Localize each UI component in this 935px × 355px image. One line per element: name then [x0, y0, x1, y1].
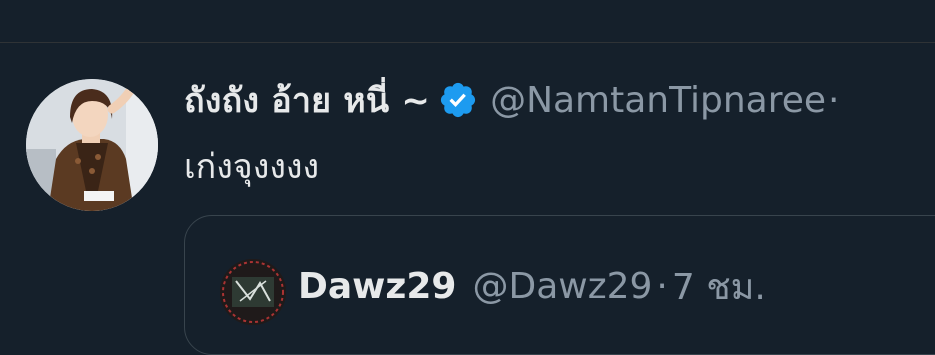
tweet-header: ถังถัง อ้าย หนี่ ~ @NamtanTipnaree · [184, 77, 935, 123]
quoted-user-handle[interactable]: @Dawz29 [472, 266, 652, 307]
tweet-card[interactable]: ถังถัง อ้าย หนี่ ~ @NamtanTipnaree · เก่… [0, 43, 935, 355]
separator-dot: · [828, 79, 840, 121]
quoted-timestamp[interactable]: 7 ชม. [672, 258, 766, 315]
user-handle[interactable]: @NamtanTipnaree [490, 80, 826, 121]
quoted-separator-dot: · [656, 265, 668, 307]
quoted-avatar-image [220, 259, 286, 325]
quoted-display-name[interactable]: Dawz29 [298, 266, 456, 307]
display-name[interactable]: ถังถัง อ้าย หนี่ ~ [184, 77, 430, 123]
avatar-image [26, 79, 158, 211]
tweet-text: เก่งจุงงงง [184, 147, 320, 187]
quoted-tweet-header: Dawz29 @Dawz29 · 7 ชม. [298, 261, 766, 311]
verified-badge-icon [438, 80, 478, 120]
avatar[interactable] [26, 79, 158, 211]
quoted-avatar[interactable] [220, 259, 286, 325]
